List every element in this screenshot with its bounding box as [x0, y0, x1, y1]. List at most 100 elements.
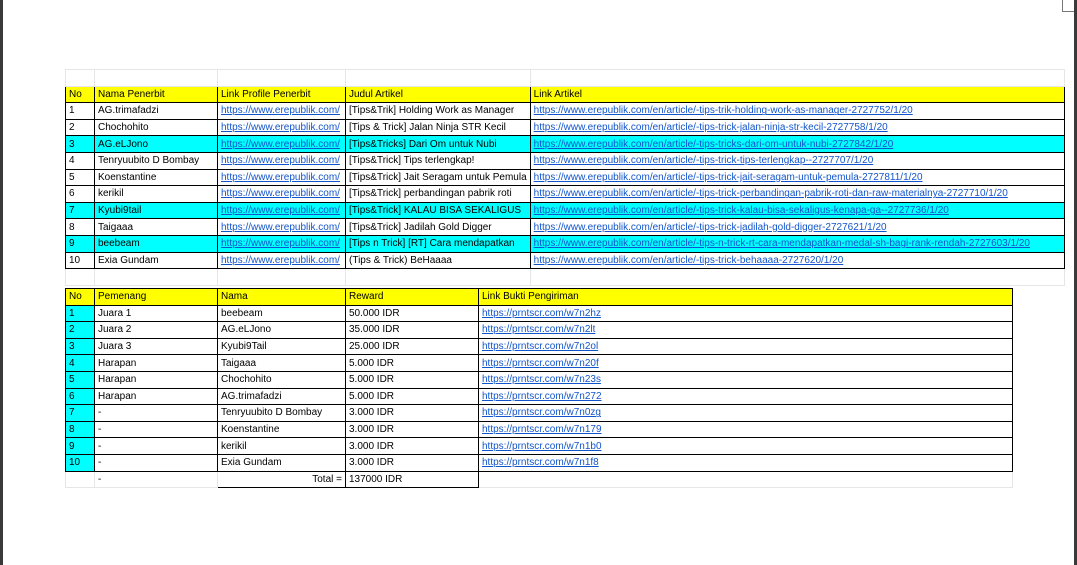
spreadsheet-page: No Nama Penerbit Link Profile Penerbit Judu…	[0, 0, 1077, 565]
judul-cell: [Tips & Trick] Jalan Ninja STR Kecil	[345, 118, 531, 137]
row-number-cell: 8	[65, 420, 95, 439]
row-number-cell: 5	[65, 168, 95, 187]
winner-row: 10- Exia Gundam 3.000 IDR https://prntscr.c…	[65, 453, 1013, 472]
pemenang-cell: -	[94, 404, 218, 422]
penerbit-cell: Chochohito	[94, 118, 218, 137]
nama-cell: Chochohito	[217, 370, 346, 389]
profile-link[interactable]: https://www.erepublik.com/	[217, 201, 346, 220]
bukti-link[interactable]: https://prntscr.com/w7n20f	[478, 354, 1013, 372]
reward-cell: 5.000 IDR	[345, 354, 479, 372]
judul-cell: [Tips&Trick] perbandingan pabrik roti	[345, 185, 531, 203]
bukti-link[interactable]: https://prntscr.com/w7n1b0	[478, 437, 1013, 455]
empty-cell	[65, 470, 95, 489]
empty-cell	[217, 69, 346, 87]
penerbit-cell: Taigaaa	[94, 218, 218, 236]
row-number-cell: 9	[65, 437, 95, 455]
row-number-cell: 7	[65, 201, 95, 220]
profile-link[interactable]: https://www.erepublik.com/	[217, 234, 346, 253]
profile-link[interactable]: https://www.erepublik.com/	[217, 168, 346, 187]
header-judul-artikel: Judul Artikel	[345, 85, 531, 104]
bukti-link[interactable]: https://prntscr.com/w7n272	[478, 387, 1013, 406]
row-number-cell: 6	[65, 185, 95, 203]
header-no: No	[65, 85, 95, 104]
empty-cell	[94, 69, 218, 87]
article-link[interactable]: https://www.erepublik.com/en/article/-ti…	[529, 102, 1065, 120]
total-value-cell: 137000 IDR	[345, 470, 479, 489]
reward-cell: 5.000 IDR	[345, 370, 479, 389]
winner-row: 6 Harapan AG.trimafadzi 5.000 IDR https://pr…	[65, 387, 1013, 406]
pemenang-cell: -	[94, 453, 218, 472]
header-link-bukti: Link Bukti Pengiriman	[478, 288, 1013, 306]
row-number-cell: 2	[65, 118, 95, 137]
nama-cell: AG.trimafadzi	[217, 387, 346, 406]
profile-link[interactable]: https://www.erepublik.com/	[217, 251, 346, 270]
reward-cell: 3.000 IDR	[345, 420, 479, 439]
reward-cell: 3.000 IDR	[345, 404, 479, 422]
reward-cell: 35.000 IDR	[345, 321, 479, 339]
reward-cell: 25.000 IDR	[345, 337, 479, 356]
article-link[interactable]: https://www.erepublik.com/en/article/-ti…	[529, 234, 1065, 253]
header-no: No	[65, 288, 95, 306]
article-link[interactable]: https://www.erepublik.com/en/article/-ti…	[529, 251, 1065, 270]
judul-cell: [Tips&Trick] Tips terlengkap!	[345, 151, 531, 170]
pemenang-cell: Juara 2	[94, 321, 218, 339]
profile-link[interactable]: https://www.erepublik.com/	[217, 102, 346, 120]
reward-cell: 3.000 IDR	[345, 437, 479, 455]
article-link[interactable]: https://www.erepublik.com/en/article/-ti…	[529, 151, 1065, 170]
nama-cell: Kyubi9Tail	[217, 337, 346, 356]
article-link[interactable]: https://www.erepublik.com/en/article/-ti…	[529, 218, 1065, 236]
article-link[interactable]: https://www.erepublik.com/en/article/-ti…	[529, 118, 1065, 137]
row-number-cell: 2	[65, 321, 95, 339]
penerbit-cell: AG.eLJono	[94, 135, 218, 153]
bukti-link[interactable]: https://prntscr.com/w7n0zg	[478, 404, 1013, 422]
empty-cell	[65, 69, 95, 87]
bukti-link[interactable]: https://prntscr.com/w7n1f8	[478, 453, 1013, 472]
bukti-link[interactable]: https://prntscr.com/w7n23s	[478, 370, 1013, 389]
winners-table: No Pemenang Nama Reward Link Bukti Pengirima…	[65, 288, 1013, 489]
bukti-link[interactable]: https://prntscr.com/w7n2lt	[478, 321, 1013, 339]
profile-link[interactable]: https://www.erepublik.com/	[217, 185, 346, 203]
header-link-profile: Link Profile Penerbit	[217, 85, 346, 104]
penerbit-cell: Exia Gundam	[94, 251, 218, 270]
article-row: 5 Koenstantine https://www.erepublik.com/[…	[65, 168, 1065, 187]
article-link[interactable]: https://www.erepublik.com/en/article/-ti…	[529, 185, 1065, 203]
profile-link[interactable]: https://www.erepublik.com/	[217, 218, 346, 236]
empty-cell	[345, 268, 531, 286]
winner-row: 9- kerikil 3.000 IDR https://prntscr.com/w7…	[65, 437, 1013, 455]
winner-row: 3 Juara 3 Kyubi9Tail 25.000 IDR https://prnt…	[65, 337, 1013, 356]
total-pemenang-cell: -	[94, 470, 218, 489]
bukti-link[interactable]: https://prntscr.com/w7n179	[478, 420, 1013, 439]
reward-cell: 3.000 IDR	[345, 453, 479, 472]
judul-cell: [Tips&Tricks] Dari Om untuk Nubi	[345, 135, 531, 153]
row-number-cell: 8	[65, 218, 95, 236]
nama-cell: Tenryuubito D Bombay	[217, 404, 346, 422]
winner-row: 1 Juara 1 beebeam 50.000 IDR https://prntscr…	[65, 304, 1013, 323]
row-number-cell: 10	[65, 453, 95, 472]
penerbit-cell: beebeam	[94, 234, 218, 253]
profile-link[interactable]: https://www.erepublik.com/	[217, 135, 346, 153]
article-row: 2 Chochohito https://www.erepublik.com/[Ti…	[65, 118, 1065, 137]
profile-link[interactable]: https://www.erepublik.com/	[217, 151, 346, 170]
bukti-link[interactable]: https://prntscr.com/w7n2ol	[478, 337, 1013, 356]
article-link[interactable]: https://www.erepublik.com/en/article/-ti…	[529, 135, 1065, 153]
empty-cell	[217, 268, 346, 286]
judul-cell: (Tips & Trick) BeHaaaa	[345, 251, 531, 270]
article-row: 7 Kyubi9tail https://www.erepublik.com/[Ti…	[65, 201, 1065, 220]
profile-link[interactable]: https://www.erepublik.com/	[217, 118, 346, 137]
winner-row: 7- Tenryuubito D Bombay 3.000 IDR https://p…	[65, 404, 1013, 422]
row-number-cell: 1	[65, 304, 95, 323]
article-row: 1 AG.trimafadzi https://www.erepublik.com/…	[65, 102, 1065, 120]
articles-header-row: No Nama Penerbit Link Profile Penerbit Judu…	[65, 85, 1065, 104]
penerbit-cell: AG.trimafadzi	[94, 102, 218, 120]
article-row: 9 beebeam https://www.erepublik.com/[Tips …	[65, 234, 1065, 253]
empty-grid-row	[65, 69, 1065, 87]
article-link[interactable]: https://www.erepublik.com/en/article/-ti…	[529, 201, 1065, 220]
article-link[interactable]: https://www.erepublik.com/en/article/-ti…	[529, 168, 1065, 187]
pemenang-cell: -	[94, 420, 218, 439]
header-nama-penerbit: Nama Penerbit	[94, 85, 218, 104]
pemenang-cell: Harapan	[94, 354, 218, 372]
pemenang-cell: Juara 1	[94, 304, 218, 323]
bukti-link[interactable]: https://prntscr.com/w7n2hz	[478, 304, 1013, 323]
reward-cell: 50.000 IDR	[345, 304, 479, 323]
total-label-cell: Total =	[217, 470, 346, 489]
